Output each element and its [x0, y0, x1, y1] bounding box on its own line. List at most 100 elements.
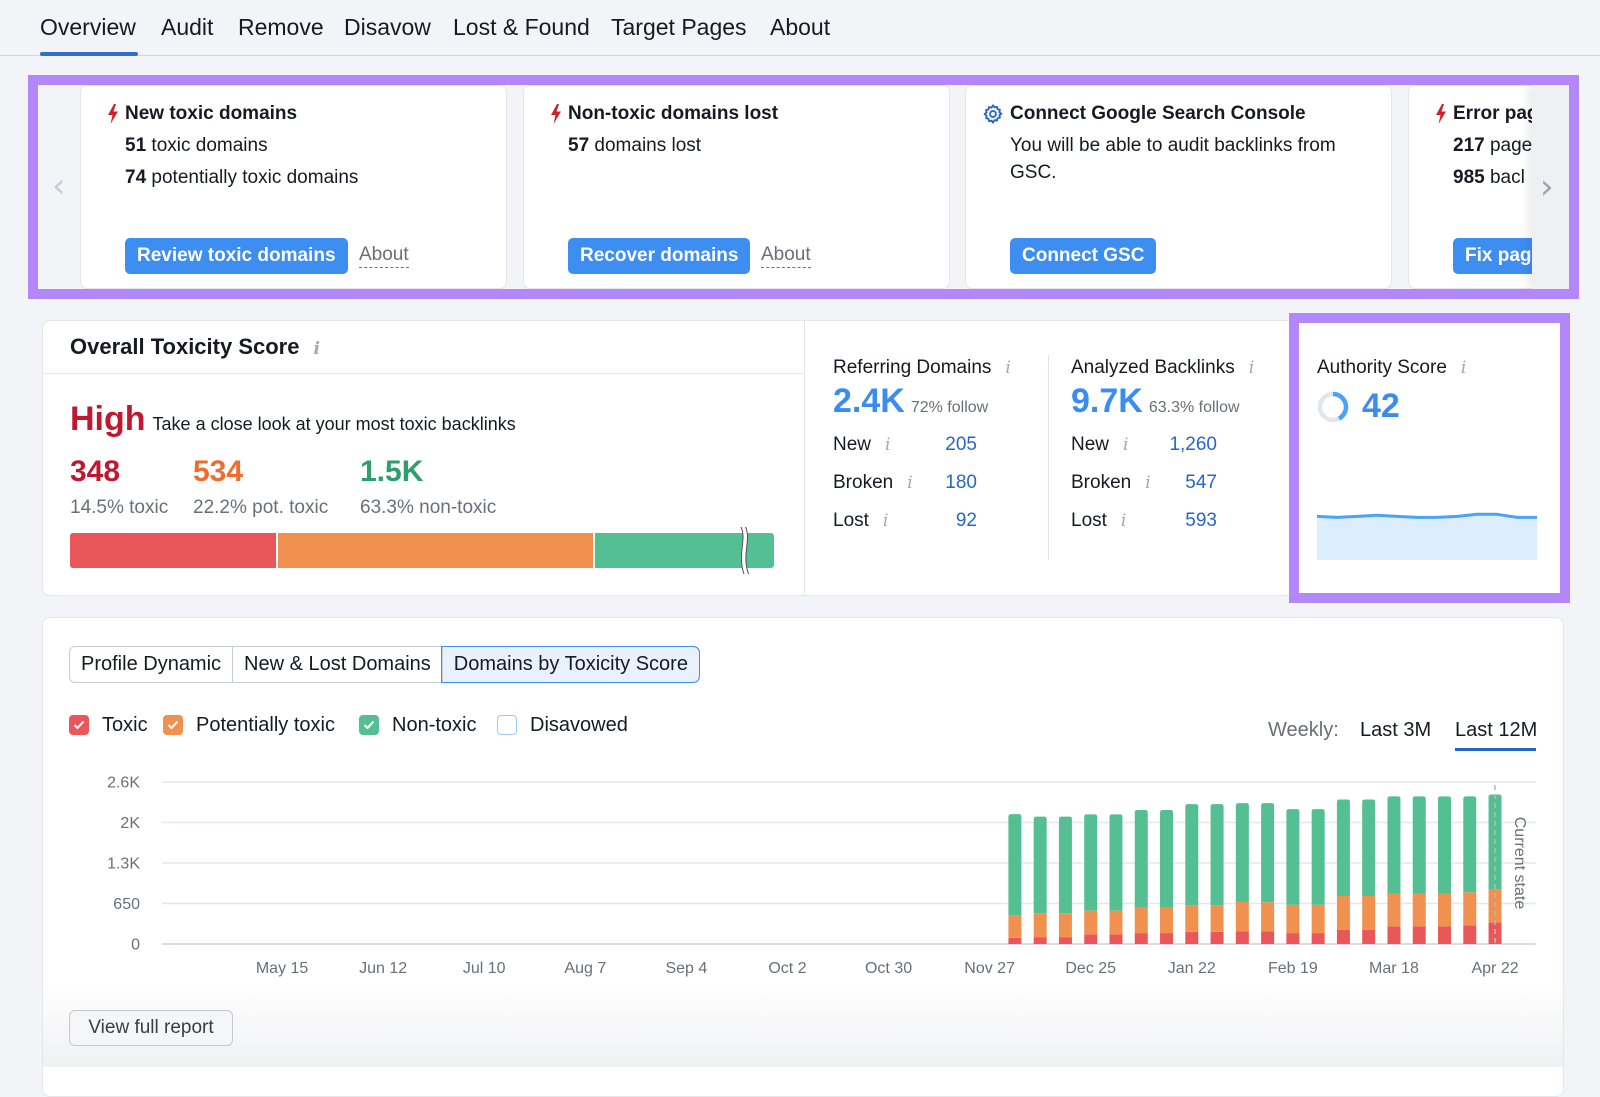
info-icon[interactable] [1121, 509, 1126, 533]
backlinks-lost-row: Lost 593 [1071, 509, 1217, 533]
legend-potentially-toxic[interactable]: Potentially toxic [163, 713, 335, 737]
chevron-right-icon[interactable]: › [1540, 170, 1554, 204]
bar-segment-potentially-toxic [1210, 905, 1224, 932]
toxicity-title-text: Overall Toxicity Score [70, 334, 300, 359]
backlinks-new-row: New 1,260 [1071, 433, 1217, 457]
alert-title: Non-toxic domains lost [568, 103, 779, 124]
referring-domains-label: Referring Domains [833, 356, 1011, 380]
period-last-3m[interactable]: Last 3M [1360, 718, 1431, 742]
referring-broken-value[interactable]: 180 [945, 471, 977, 495]
recover-domains-button[interactable]: Recover domains [568, 238, 751, 274]
period-last-12m[interactable]: Last 12M [1455, 718, 1537, 742]
tab-new-lost-domains[interactable]: New & Lost Domains [232, 647, 442, 682]
referring-new-value[interactable]: 205 [945, 433, 977, 457]
tab-disavow[interactable]: Disavow [344, 12, 431, 42]
referring-domains-value[interactable]: 2.4K [833, 382, 905, 421]
bar-segment-potentially-toxic [1438, 893, 1451, 927]
about-link[interactable]: About [761, 243, 811, 268]
bar-segment-toxic [1336, 929, 1350, 944]
row-label: Broken [1071, 472, 1132, 493]
analyzed-backlinks-label: Analyzed Backlinks [1071, 356, 1254, 380]
checkbox-non-toxic[interactable] [359, 715, 379, 735]
bar-segment-toxic [1058, 937, 1072, 944]
bar-segment-non-toxic [1311, 809, 1325, 905]
backlinks-new-value[interactable]: 1,260 [1169, 433, 1217, 457]
toxicity-level: High [70, 400, 146, 438]
alert-title: Error pag [1453, 103, 1539, 124]
check-icon [363, 720, 375, 730]
toxicity-message: Take a close look at your most toxic bac… [152, 414, 516, 434]
analyzed-backlinks-follow: 63.3% follow [1148, 399, 1240, 416]
checkbox-disavowed[interactable] [497, 715, 517, 735]
info-icon[interactable] [1123, 433, 1128, 457]
bar-segment-non-toxic [1084, 814, 1098, 911]
info-icon[interactable] [1461, 356, 1466, 380]
fix-pages-button[interactable]: Fix pag [1453, 238, 1544, 274]
view-full-report-button[interactable]: View full report [69, 1010, 233, 1046]
period-label: Weekly: [1268, 719, 1339, 741]
tab-domains-by-toxicity-score[interactable]: Domains by Toxicity Score [440, 646, 700, 683]
toxic-count[interactable]: 348 [70, 454, 120, 490]
bar-segment-potentially-toxic [1311, 904, 1325, 934]
bar-segment-non-toxic [1008, 814, 1022, 916]
info-icon[interactable] [883, 509, 888, 533]
potentially-toxic-count[interactable]: 534 [193, 454, 243, 490]
legend-toxic[interactable]: Toxic [69, 713, 148, 737]
referring-lost-value[interactable]: 92 [956, 509, 977, 533]
referring-new-row: New 205 [833, 433, 977, 457]
review-toxic-domains-button[interactable]: Review toxic domains [125, 238, 348, 274]
info-icon[interactable] [1005, 356, 1010, 380]
analyzed-backlinks-value[interactable]: 9.7K [1071, 382, 1143, 421]
referring-domains-follow: 72% follow [910, 399, 989, 416]
alert-line: 51 toxic domains [125, 133, 268, 159]
analyzed-backlinks-total: 9.7K 63.3% follow [1071, 382, 1240, 421]
checkbox-toxic[interactable] [69, 715, 89, 735]
bar-segment-non-toxic [1463, 796, 1477, 893]
lightning-icon [1436, 104, 1446, 124]
tab-about[interactable]: About [770, 12, 830, 42]
authority-score-value[interactable]: 42 [1362, 386, 1400, 426]
authority-trend-sparkline[interactable] [1317, 506, 1537, 560]
alert-text: bacl [1489, 167, 1525, 188]
info-icon[interactable] [907, 471, 912, 495]
legend-non-toxic[interactable]: Non-toxic [359, 713, 476, 737]
row-label: Lost [1071, 510, 1107, 531]
non-toxic-count[interactable]: 1.5K [360, 454, 423, 490]
bar-segment-potentially-toxic [1084, 910, 1098, 935]
bar-segment-toxic [1033, 937, 1047, 944]
tab-profile-dynamic[interactable]: Profile Dynamic [70, 647, 232, 682]
bar-segment-potentially-toxic [1058, 913, 1072, 938]
active-period-indicator [1455, 748, 1536, 751]
bar-segment-potentially-toxic [1160, 907, 1174, 934]
bar-segment-non-toxic [1134, 810, 1148, 908]
info-icon[interactable] [1249, 356, 1254, 380]
backlinks-lost-value[interactable]: 593 [1185, 509, 1217, 533]
scale-break-icon [740, 527, 749, 574]
chevron-left-icon[interactable]: ‹ [52, 169, 66, 203]
connect-gsc-button[interactable]: Connect GSC [1010, 238, 1157, 274]
info-icon[interactable] [885, 433, 890, 457]
referring-broken-row: Broken 180 [833, 471, 977, 495]
legend-disavowed[interactable]: Disavowed [497, 713, 628, 737]
x-tick-label: Jan 22 [1168, 960, 1216, 977]
tab-target-pages[interactable]: Target Pages [611, 12, 747, 42]
info-icon[interactable] [313, 335, 319, 363]
alert-count: 57 [568, 135, 590, 156]
x-tick-label: Nov 27 [964, 960, 1015, 977]
backlinks-broken-value[interactable]: 547 [1185, 471, 1217, 495]
x-tick-label: Dec 25 [1065, 960, 1116, 977]
analyzed-backlinks-label-text: Analyzed Backlinks [1071, 357, 1235, 378]
tab-remove[interactable]: Remove [238, 12, 324, 42]
info-icon[interactable] [1145, 471, 1150, 495]
about-link[interactable]: About [359, 243, 409, 268]
bar-segment-toxic [1134, 933, 1148, 944]
bar-segment-potentially-toxic [1109, 910, 1123, 935]
tab-lost-and-found[interactable]: Lost & Found [453, 12, 590, 42]
bar-segment-toxic[interactable] [70, 533, 277, 568]
checkbox-potentially-toxic[interactable] [163, 715, 183, 735]
bar-segment-potentially-toxic[interactable] [278, 533, 594, 568]
tab-audit[interactable]: Audit [161, 12, 213, 42]
legend-label: Disavowed [530, 714, 628, 736]
alert-description: You will be able to audit backlinks from… [1010, 135, 1336, 183]
tab-overview[interactable]: Overview [40, 12, 136, 42]
